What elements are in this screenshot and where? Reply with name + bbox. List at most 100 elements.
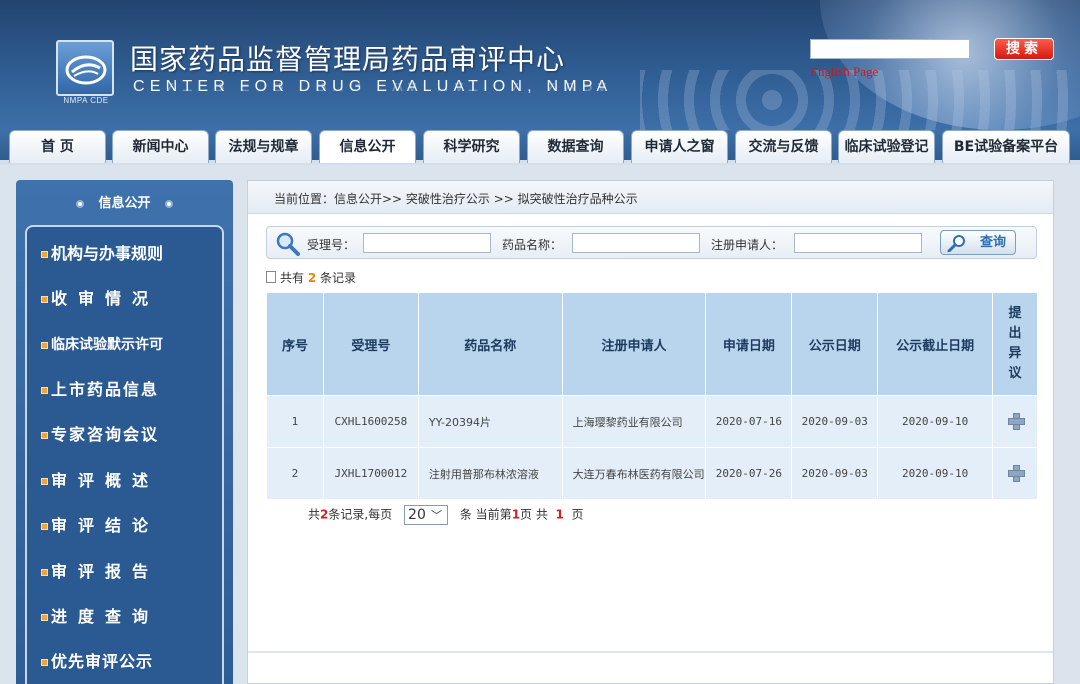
query-button-label: 查询 (979, 235, 1006, 250)
tab-feedback[interactable]: 交流与反馈 (735, 130, 832, 163)
sidebar-item-label: 收审情况 (51, 289, 160, 308)
cell-accept-no: CXHL1600258 (322, 395, 419, 448)
table-row: 1 CXHL1600258 YY-20394片 上海璎黎药业有限公司 2020-… (266, 395, 1038, 448)
sidebar-item-label: 机构与办事规则 (51, 244, 164, 263)
record-count-suffix: 条记录 (320, 271, 357, 285)
page-size-select[interactable]: 20 ﹀ (404, 505, 449, 525)
sidebar-item-label: 审评报告 (51, 562, 160, 581)
chevron-down-icon: ﹀ (431, 509, 443, 522)
sidebar-item-label: 临床试验默示许可 (51, 337, 163, 353)
col-header-objection-label: 提出异议 (1008, 306, 1022, 381)
col-header-applicant: 注册申请人 (561, 292, 707, 396)
cell-deadline: 2020-09-10 (877, 395, 994, 448)
bullet-icon (76, 199, 85, 208)
english-page-link[interactable]: English Page (810, 64, 878, 80)
square-bullet-icon (41, 659, 48, 666)
col-header-accept-no: 受理号 (322, 292, 419, 396)
col-header-no: 序号 (266, 292, 324, 396)
square-bullet-icon (41, 432, 48, 439)
tab-data-query[interactable]: 数据查询 (527, 130, 624, 163)
tab-regulations[interactable]: 法规与规章 (215, 130, 312, 163)
tab-be-trial-platform[interactable]: BE试验备案平台 (942, 130, 1070, 163)
sidebar-item-label: 审评结论 (51, 516, 160, 535)
tab-applicant-window[interactable]: 申请人之窗 (631, 130, 728, 163)
site-header: NMPA CDE 国家药品监督管理局药品审评中心 CENTER FOR DRUG… (0, 0, 1080, 130)
col-header-publish-date: 公示日期 (791, 292, 879, 396)
square-bullet-icon (41, 478, 48, 485)
sidebar-title-text: 信息公开 (98, 196, 151, 211)
record-count: 共有 2 条记录 (266, 269, 356, 286)
sidebar-item-label: 进度查询 (51, 607, 160, 626)
nmpa-logo-icon[interactable] (56, 40, 114, 96)
pagination-current-suffix: 页 共 (520, 507, 548, 522)
search-form: 受理号： 药品名称： 注册申请人： 查询 (266, 226, 1037, 259)
accept-no-label: 受理号： (307, 238, 356, 252)
cell-applicant: 上海璎黎药业有限公司 (561, 395, 707, 448)
query-button[interactable]: 查询 (940, 230, 1016, 255)
main-content: 当前位置：信息公开>> 突破性治疗公示 >> 拟突破性治疗品种公示 受理号： 药… (247, 180, 1054, 684)
document-icon (266, 271, 276, 283)
sidebar-item-progress-query[interactable]: 进度查询 (41, 602, 211, 632)
square-bullet-icon (41, 614, 48, 621)
sidebar-menu: 机构与办事规则 收审情况 临床试验默示许可 上市药品信息 专家咨询会议 审评概述… (25, 225, 224, 684)
cell-applicant: 大连万春布林医药有限公司 (561, 447, 707, 500)
applicant-input[interactable] (794, 233, 922, 253)
col-header-drug-name: 药品名称 (417, 292, 563, 396)
sidebar-item-rules[interactable]: 机构与办事规则 (41, 239, 211, 269)
magnifier-icon (276, 232, 300, 256)
breadcrumb-bar: 当前位置：信息公开>> 突破性治疗公示 >> 拟突破性治疗品种公示 (248, 181, 1053, 214)
page-size-value: 20 (408, 507, 426, 523)
cell-publish-date: 2020-09-03 (791, 447, 879, 500)
sidebar-item-receipt-status[interactable]: 收审情况 (41, 284, 211, 314)
sidebar-item-label: 上市药品信息 (51, 380, 160, 399)
record-count-number: 2 (307, 271, 317, 285)
sidebar-item-label: 优先审评公示 (51, 652, 154, 671)
cell-objection (992, 395, 1038, 448)
col-header-objection: 提出异议 (992, 292, 1038, 396)
breadcrumb: 当前位置：信息公开>> 突破性治疗公示 >> 拟突破性治疗品种公示 (274, 192, 638, 206)
sidebar-item-marketed-drugs[interactable]: 上市药品信息 (41, 375, 211, 405)
sidebar-item-label: 专家咨询会议 (51, 425, 160, 444)
site-title: 国家药品监督管理局药品审评中心 (130, 43, 566, 76)
cell-objection (992, 447, 1038, 500)
square-bullet-icon (41, 251, 48, 258)
pagination-total-suffix: 条记录,每页 (328, 507, 393, 522)
tab-home[interactable]: 首 页 (9, 130, 106, 163)
square-bullet-icon (41, 387, 48, 394)
cell-drug-name: YY-20394片 (417, 395, 563, 448)
applicant-label: 注册申请人： (711, 238, 784, 252)
pagination-total-prefix: 共 (308, 507, 321, 522)
sidebar-item-review-overview[interactable]: 审评概述 (41, 466, 211, 496)
sidebar-item-expert-meeting[interactable]: 专家咨询会议 (41, 420, 211, 450)
tab-research[interactable]: 科学研究 (423, 130, 520, 163)
record-count-prefix: 共有 (280, 271, 305, 285)
tab-news[interactable]: 新闻中心 (112, 130, 209, 163)
table-row: 2 JXHL1700012 注射用普那布林浓溶液 大连万春布林医药有限公司 20… (266, 447, 1038, 500)
pagination-pages: 1 (555, 507, 564, 522)
drug-name-input[interactable] (572, 233, 700, 253)
sidebar-title: 信息公开 (16, 192, 233, 211)
tab-info-disclosure[interactable]: 信息公开 (319, 130, 416, 163)
pagination-pages-suffix: 页 (571, 507, 584, 522)
site-subtitle-reflection: CENTER FOR DRUG EVALUATION, NMPA (133, 83, 613, 93)
square-bullet-icon (41, 523, 48, 530)
tab-clinical-trial-registry[interactable]: 临床试验登记 (838, 130, 935, 163)
main-nav: 首 页 新闻中心 法规与规章 信息公开 科学研究 数据查询 申请人之窗 交流与反… (0, 130, 1080, 165)
accept-no-input[interactable] (363, 233, 491, 253)
sidebar-item-review-report[interactable]: 审评报告 (41, 557, 211, 587)
plus-icon[interactable] (1007, 464, 1025, 482)
sidebar-item-priority-review[interactable]: 优先审评公示 (41, 647, 211, 677)
plus-icon[interactable] (1007, 412, 1025, 430)
sidebar-item-label: 审评概述 (51, 471, 160, 490)
sidebar-item-implied-license[interactable]: 临床试验默示许可 (41, 330, 211, 360)
cell-apply-date: 2020-07-16 (705, 395, 793, 448)
site-search-button[interactable]: 搜索 (994, 38, 1054, 60)
site-search-input[interactable] (810, 39, 970, 59)
sidebar-item-review-conclusion[interactable]: 审评结论 (41, 511, 211, 541)
cell-drug-name: 注射用普那布林浓溶液 (417, 447, 563, 500)
content-divider (248, 651, 1053, 653)
cell-no: 1 (266, 395, 324, 448)
sidebar: 信息公开 机构与办事规则 收审情况 临床试验默示许可 上市药品信息 专家咨询会议… (16, 180, 233, 684)
cell-no: 2 (266, 447, 324, 500)
pagination-current-prefix: 条 当前第 (459, 507, 512, 522)
